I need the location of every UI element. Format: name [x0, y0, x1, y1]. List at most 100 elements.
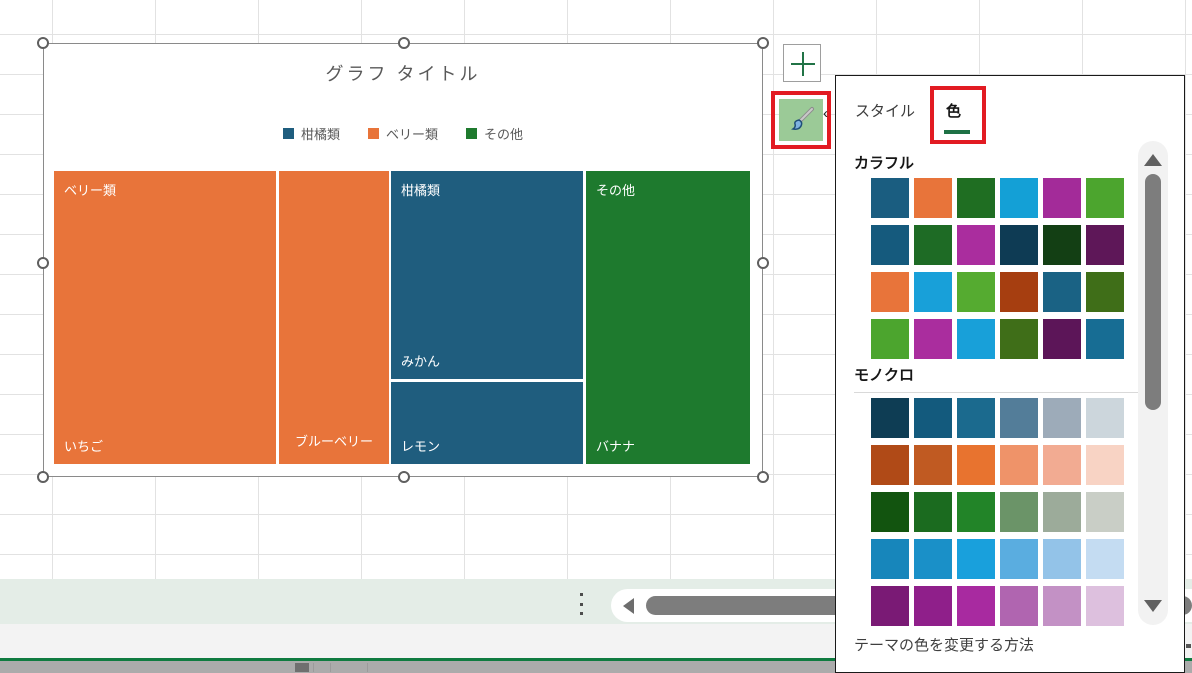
- color-swatch[interactable]: [871, 398, 909, 438]
- color-swatch[interactable]: [1043, 586, 1081, 626]
- color-swatch[interactable]: [1043, 319, 1081, 359]
- color-swatch[interactable]: [914, 398, 952, 438]
- color-swatch[interactable]: [871, 539, 909, 579]
- color-swatch[interactable]: [957, 398, 995, 438]
- scroll-up-icon[interactable]: [1144, 154, 1162, 166]
- scroll-down-icon[interactable]: [1144, 600, 1162, 612]
- tab-styles[interactable]: スタイル: [855, 100, 915, 121]
- color-swatch[interactable]: [1043, 492, 1081, 532]
- color-swatch[interactable]: [1000, 492, 1038, 532]
- color-swatch[interactable]: [914, 178, 952, 218]
- color-swatch[interactable]: [1086, 272, 1124, 312]
- palette-row-colorful-2[interactable]: [871, 225, 1133, 265]
- panel-scroll-thumb[interactable]: [1145, 174, 1161, 410]
- color-swatch[interactable]: [1086, 398, 1124, 438]
- window-edge-dash: [1186, 644, 1191, 648]
- palette-row-mono-1[interactable]: [871, 398, 1133, 438]
- color-swatch[interactable]: [1000, 586, 1038, 626]
- color-swatch[interactable]: [1000, 272, 1038, 312]
- color-swatch[interactable]: [957, 178, 995, 218]
- color-swatch[interactable]: [871, 445, 909, 485]
- treemap-node-strawberry[interactable]: ベリー類 いちご: [54, 171, 276, 464]
- color-swatch[interactable]: [1086, 445, 1124, 485]
- treemap-node-lemon[interactable]: レモン: [391, 382, 583, 464]
- color-swatch[interactable]: [914, 445, 952, 485]
- color-swatch[interactable]: [871, 586, 909, 626]
- color-swatch[interactable]: [1086, 492, 1124, 532]
- legend-label: 柑橘類: [301, 124, 340, 143]
- color-swatch[interactable]: [871, 492, 909, 532]
- selection-handle-left-mid[interactable]: [37, 257, 49, 269]
- color-swatch[interactable]: [914, 539, 952, 579]
- chevron-left-icon[interactable]: ‹: [823, 105, 828, 122]
- color-swatch[interactable]: [914, 272, 952, 312]
- change-theme-colors-link[interactable]: テーマの色を変更する方法: [854, 634, 1034, 655]
- color-swatch[interactable]: [871, 225, 909, 265]
- color-swatch[interactable]: [957, 272, 995, 312]
- selection-handle-top-right[interactable]: [757, 37, 769, 49]
- color-swatch[interactable]: [1043, 178, 1081, 218]
- selection-handle-bottom-right[interactable]: [757, 471, 769, 483]
- palette-row-mono-2[interactable]: [871, 445, 1133, 485]
- color-swatch[interactable]: [1000, 398, 1038, 438]
- palette-row-mono-3[interactable]: [871, 492, 1133, 532]
- palette-row-colorful-1[interactable]: [871, 178, 1133, 218]
- selection-handle-right-mid[interactable]: [757, 257, 769, 269]
- color-swatch[interactable]: [1043, 445, 1081, 485]
- selection-handle-bottom-left[interactable]: [37, 471, 49, 483]
- plus-icon: [802, 52, 804, 76]
- bottom-band-separator: [367, 663, 368, 672]
- color-swatch[interactable]: [957, 586, 995, 626]
- color-swatch[interactable]: [1000, 539, 1038, 579]
- bottom-scroll-thumb[interactable]: [295, 663, 309, 672]
- color-swatch[interactable]: [914, 492, 952, 532]
- color-swatch[interactable]: [957, 225, 995, 265]
- selection-handle-bottom-mid[interactable]: [398, 471, 410, 483]
- color-swatch[interactable]: [1086, 586, 1124, 626]
- color-swatch[interactable]: [914, 225, 952, 265]
- color-swatch[interactable]: [957, 445, 995, 485]
- color-swatch[interactable]: [1000, 178, 1038, 218]
- selection-handle-top-left[interactable]: [37, 37, 49, 49]
- color-swatch[interactable]: [871, 178, 909, 218]
- color-swatch[interactable]: [1086, 319, 1124, 359]
- color-swatch[interactable]: [1043, 272, 1081, 312]
- color-swatch[interactable]: [1086, 225, 1124, 265]
- palette-row-mono-5[interactable]: [871, 586, 1133, 626]
- treemap-node-blueberry[interactable]: ブルーベリー: [279, 171, 389, 464]
- treemap-group-label: ベリー類: [64, 180, 116, 199]
- color-swatch[interactable]: [871, 272, 909, 312]
- color-swatch[interactable]: [1000, 319, 1038, 359]
- drag-dots-icon[interactable]: [577, 593, 585, 615]
- color-swatch[interactable]: [914, 319, 952, 359]
- chart-title[interactable]: グラフ タイトル: [44, 60, 762, 86]
- color-swatch[interactable]: [957, 539, 995, 579]
- selection-handle-top-mid[interactable]: [398, 37, 410, 49]
- color-swatch[interactable]: [1043, 225, 1081, 265]
- bottom-band-separator: [330, 663, 331, 672]
- treemap-item-label: いちご: [64, 436, 103, 455]
- color-swatch[interactable]: [1086, 178, 1124, 218]
- legend-swatch: [466, 128, 477, 139]
- color-swatch[interactable]: [871, 319, 909, 359]
- color-swatch[interactable]: [1043, 398, 1081, 438]
- color-swatch[interactable]: [914, 586, 952, 626]
- scroll-left-icon[interactable]: [623, 598, 634, 614]
- color-swatch[interactable]: [957, 319, 995, 359]
- treemap-node-banana[interactable]: その他 バナナ: [586, 171, 750, 464]
- bottom-band-separator: [313, 663, 314, 672]
- chart-legend[interactable]: 柑橘類 ベリー類 その他: [44, 124, 762, 143]
- treemap-chart[interactable]: グラフ タイトル 柑橘類 ベリー類 その他 ベリー類 いちご ブルーベリー 柑橘…: [43, 43, 763, 477]
- color-swatch[interactable]: [957, 492, 995, 532]
- chart-elements-button[interactable]: [783, 44, 821, 82]
- color-swatch[interactable]: [1043, 539, 1081, 579]
- legend-item: ベリー類: [368, 124, 438, 143]
- treemap-node-mikan[interactable]: 柑橘類 みかん: [391, 171, 583, 379]
- color-swatch[interactable]: [1000, 225, 1038, 265]
- section-divider: [854, 392, 1138, 393]
- color-swatch[interactable]: [1000, 445, 1038, 485]
- palette-row-colorful-3[interactable]: [871, 272, 1133, 312]
- palette-row-mono-4[interactable]: [871, 539, 1133, 579]
- color-swatch[interactable]: [1086, 539, 1124, 579]
- palette-row-colorful-4[interactable]: [871, 319, 1133, 359]
